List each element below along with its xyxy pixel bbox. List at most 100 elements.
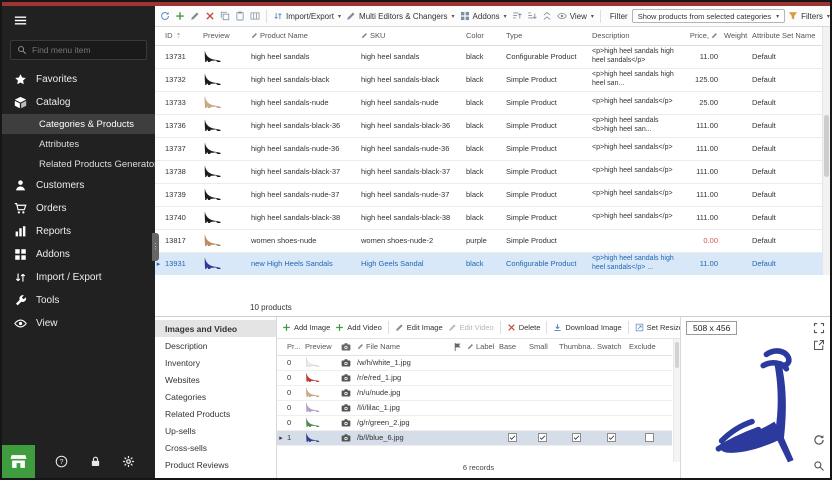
column-header-sku[interactable]: SKU <box>358 27 463 45</box>
column-header-description[interactable]: Description <box>589 27 681 45</box>
sidebar-search[interactable] <box>10 40 147 60</box>
column-header-small[interactable]: Small <box>527 339 557 355</box>
scrollbar-thumb[interactable] <box>675 342 679 368</box>
sidebar-splitter[interactable]: ⋮ <box>152 233 159 261</box>
multi-editors-changers-menu[interactable]: Multi Editors & Changers▾ <box>344 9 457 23</box>
column-header-label[interactable]: Label <box>465 339 497 355</box>
column-header-product-name[interactable]: Product Name <box>248 27 358 45</box>
image-row[interactable]: 0/l/i/lilac_1.jpg <box>277 400 672 415</box>
images-scrollbar[interactable] <box>673 339 680 462</box>
column-header-pr[interactable]: Pr... <box>285 339 303 355</box>
product-row[interactable]: 13739high heel sandals-nude-37high heel … <box>155 183 822 206</box>
column-header-thumbna[interactable]: Thumbna... <box>557 339 595 355</box>
help-button[interactable]: ? <box>55 455 68 468</box>
column-header-preview[interactable]: Preview <box>200 27 248 45</box>
edit-product-button[interactable] <box>188 9 202 23</box>
sidebar-item-related-products-generator[interactable]: Related Products Generator <box>2 154 155 174</box>
tab-up-sells[interactable]: Up-sells <box>155 422 276 439</box>
sort-ascending-button[interactable] <box>510 9 524 23</box>
product-row[interactable]: 13732high heel sandals-blackhigh heel sa… <box>155 68 822 91</box>
column-header-swatch[interactable]: Swatch <box>595 339 627 355</box>
addons-menu[interactable]: Addons▾ <box>458 9 509 23</box>
sort-descending-button[interactable] <box>525 9 539 23</box>
collapse-all-button[interactable] <box>540 9 554 23</box>
column-header-price[interactable]: Price, <box>681 27 721 45</box>
settings-button[interactable] <box>122 455 135 468</box>
checkbox[interactable] <box>538 433 547 442</box>
columns-button[interactable] <box>248 9 262 23</box>
sidebar-item-attributes[interactable]: Attributes <box>2 134 155 154</box>
sidebar-item-addons[interactable]: Addons <box>2 243 155 266</box>
sidebar-item-reports[interactable]: Reports <box>2 220 155 243</box>
product-row[interactable]: 13738high heel sandals-black-37high heel… <box>155 160 822 183</box>
column-header-type[interactable]: Type <box>503 27 589 45</box>
column-header-exclude[interactable]: Exclude <box>627 339 672 355</box>
tab-inventory[interactable]: Inventory <box>155 354 276 371</box>
sidebar-item-favorites[interactable]: Favorites <box>2 68 155 91</box>
category-filter-select[interactable]: Show products from selected categories▾ <box>632 9 785 23</box>
column-header-id[interactable]: ID <box>162 27 200 45</box>
column-header-file-name[interactable]: File Name <box>355 339 451 355</box>
checkbox[interactable] <box>645 433 654 442</box>
tab-cross-sells[interactable]: Cross-sells <box>155 439 276 456</box>
sidebar-item-tools[interactable]: Tools <box>2 289 155 312</box>
view-menu[interactable]: View▾ <box>555 9 596 23</box>
product-row[interactable]: 13740high heel sandals-black-38high heel… <box>155 206 822 229</box>
edit-image-button[interactable]: Edit Image <box>393 321 445 334</box>
scrollbar-thumb[interactable] <box>824 115 829 177</box>
download-image-button[interactable]: Download Image <box>551 321 623 334</box>
store-button[interactable] <box>2 445 35 478</box>
filters-menu[interactable]: Filters▾ <box>786 9 830 23</box>
checkbox[interactable] <box>607 433 616 442</box>
copy-button[interactable] <box>218 9 232 23</box>
delete-product-button[interactable] <box>203 9 217 23</box>
set-resize-rule-button[interactable]: Set Resize Rule <box>633 321 680 334</box>
product-row[interactable]: ▸13931new High Heels SandalsHigh Geels S… <box>155 252 822 275</box>
products-scrollbar[interactable] <box>822 27 830 275</box>
refresh-preview-icon[interactable] <box>813 434 825 446</box>
image-row[interactable]: 0/w/h/white_1.jpg <box>277 355 672 370</box>
paste-button[interactable] <box>233 9 247 23</box>
product-row[interactable]: 13737high heel sandals-nude-36high heel … <box>155 137 822 160</box>
add-video-button[interactable]: Add Video <box>333 321 383 334</box>
image-row[interactable]: ▸1/b/l/blue_6.jpg <box>277 430 672 445</box>
open-external-icon[interactable] <box>813 339 825 351</box>
checkbox[interactable] <box>572 433 581 442</box>
sidebar-item-import-export[interactable]: Import / Export <box>2 266 155 289</box>
add-image-button[interactable]: Add Image <box>280 321 332 334</box>
menu-search-input[interactable] <box>32 45 140 55</box>
tab-related-products[interactable]: Related Products <box>155 405 276 422</box>
sidebar-item-orders[interactable]: Orders <box>2 197 155 220</box>
sidebar-item-view[interactable]: View <box>2 312 155 335</box>
column-header-flag[interactable] <box>451 339 465 355</box>
image-row[interactable]: 0/g/r/green_2.jpg <box>277 415 672 430</box>
fullscreen-icon[interactable] <box>813 322 825 334</box>
column-header-attribute-set-name[interactable]: Attribute Set Name <box>749 27 822 45</box>
image-row[interactable]: 0/r/e/red_1.jpg <box>277 370 672 385</box>
delete-button[interactable]: Delete <box>505 321 543 334</box>
sidebar-item-categories-products[interactable]: Categories & Products <box>2 114 155 134</box>
product-row[interactable]: 13736high heel sandals-black-36high heel… <box>155 114 822 137</box>
column-header-preview[interactable]: Preview <box>303 339 339 355</box>
image-row[interactable]: 0/n/u/nude.jpg <box>277 385 672 400</box>
menu-toggle-button[interactable] <box>2 6 155 37</box>
add-product-button[interactable] <box>173 9 187 23</box>
import-export-menu[interactable]: Import/Export▾ <box>271 9 343 23</box>
tab-images-and-video[interactable]: Images and Video <box>155 320 276 337</box>
checkbox[interactable] <box>508 433 517 442</box>
zoom-icon[interactable] <box>813 460 825 472</box>
product-row[interactable]: 13733high heel sandals-nudehigh heel san… <box>155 91 822 114</box>
tab-categories[interactable]: Categories <box>155 388 276 405</box>
column-header-camera[interactable] <box>339 339 355 355</box>
tab-description[interactable]: Description <box>155 337 276 354</box>
product-row[interactable]: 13817women shoes-nudewomen shoes-nude-2p… <box>155 229 822 252</box>
column-header-color[interactable]: Color <box>463 27 503 45</box>
lock-button[interactable] <box>89 455 102 468</box>
sidebar-item-customers[interactable]: Customers <box>2 174 155 197</box>
tab-websites[interactable]: Websites <box>155 371 276 388</box>
refresh-button[interactable] <box>158 9 172 23</box>
column-header-weight[interactable]: Weight <box>721 27 749 45</box>
column-header-base[interactable]: Base <box>497 339 527 355</box>
tab-product-reviews[interactable]: Product Reviews <box>155 456 276 473</box>
sidebar-item-catalog[interactable]: Catalog <box>2 91 155 114</box>
